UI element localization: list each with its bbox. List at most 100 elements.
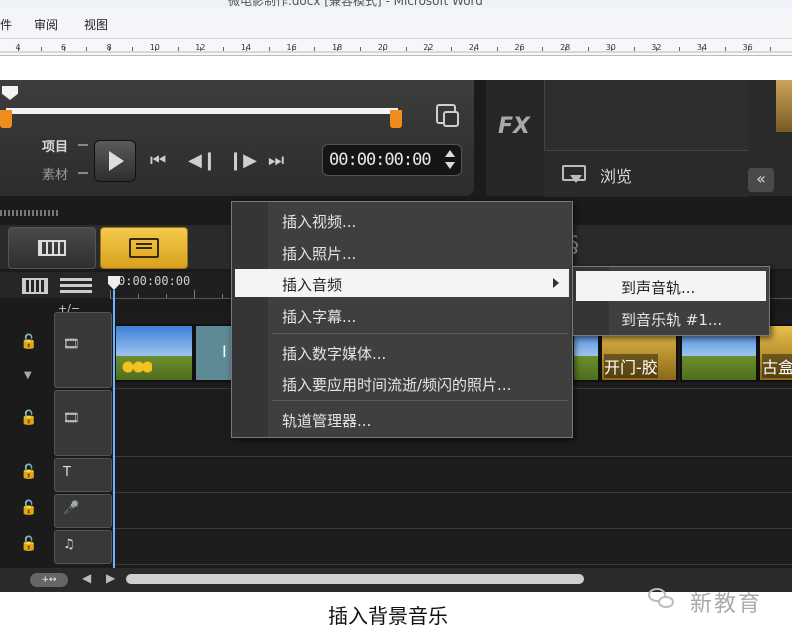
ruler-time-label: 0:00:00:00 [118,274,191,288]
ruler-number: 24 [468,43,480,52]
video-track-header[interactable]: 🎞 [54,312,112,388]
trim-start-marker[interactable] [0,110,12,128]
voice-track-header[interactable]: 🎤 [54,494,112,528]
menu-insert-photo[interactable]: 插入照片... [232,238,572,266]
timeline-clip[interactable] [114,324,194,382]
ruler-tick [223,47,225,51]
go-to-end-icon[interactable]: ⏭ [268,150,284,171]
menu-insert-video[interactable]: 插入视频... [232,206,572,234]
ruler-number: 36 [742,43,753,52]
word-menu-bar: 件 审阅 视图 [0,8,792,39]
scrubber-handle[interactable] [2,86,18,100]
lock-icon[interactable]: 🔓 [20,464,37,480]
ruler-number: 32 [651,43,662,52]
ruler-tick [86,47,88,51]
menu-track-manager[interactable]: 轨道管理器... [232,405,572,433]
mode-clip-label[interactable]: 素材 [42,164,68,183]
timeline-icon [129,238,159,258]
mode-project-label[interactable]: 项目 [42,136,68,155]
word-title-text: 微电影制作.docx [兼容模式] - Microsoft Word [228,0,483,8]
menu-item-view[interactable]: 视图 [84,16,108,33]
video-track-icon: 🎞 [63,337,80,352]
menu-insert-audio[interactable]: 插入音频 [235,269,569,297]
menu-item-file[interactable]: 件 [0,16,12,33]
watermark-text: 新教育 [690,592,763,617]
menu-item-label: 插入照片... [282,245,357,263]
ruler-tick [40,47,42,51]
scrollbar-thumb[interactable] [126,574,584,584]
music-track-header[interactable]: ♫ [54,530,112,564]
browse-icon [562,165,586,183]
playhead-line [113,290,115,590]
lock-icon[interactable]: 🔓 [20,500,37,516]
voice-track-icon: 🎤 [63,501,80,516]
menu-item-label: 插入要应用时间流逝/频闪的照片... [282,376,512,394]
ruler-tick [770,47,772,51]
submenu-to-voice-track[interactable]: 到声音轨... [576,271,766,301]
lock-icon[interactable]: 🔓 [20,410,37,426]
clip-label: I [222,342,227,361]
menu-item-label: 插入视频... [282,213,357,231]
ruler-number: 26 [514,43,525,52]
play-button[interactable] [94,140,136,182]
storyboard-view-button[interactable] [8,227,96,269]
clip-label: 古盒 [762,354,792,378]
ruler-number: 16 [286,43,297,52]
menu-item-label: 轨道管理器... [282,412,372,430]
menu-insert-subtitle[interactable]: 插入字幕... [232,301,572,329]
timecode-field[interactable]: 00:00:00:00 [322,144,462,176]
timecode-down-icon[interactable] [445,162,455,169]
ruler-edge [0,51,792,53]
voice-track-lane[interactable] [112,494,792,529]
previous-frame-icon[interactable]: ◀❙ [188,150,217,171]
caption-text: 插入背景音乐 [328,604,448,628]
browse-button[interactable]: 浏览 [544,150,748,197]
lock-icon[interactable]: 🔓 [20,536,37,552]
menu-insert-time-lapse-photo[interactable]: 插入要应用时间流逝/频闪的照片... [232,369,572,397]
library-panel: FX 浏览 [486,80,748,197]
music-track-icon: ♫ [63,537,75,552]
ruler-tick [679,47,681,51]
browse-label: 浏览 [600,167,633,186]
music-track-lane[interactable] [112,530,792,565]
ruler-tick [496,47,498,51]
timeline-clip[interactable]: I [194,324,234,382]
ruler-tick [268,47,270,51]
collapse-library-button[interactable]: « [748,168,774,192]
word-title-bar: 微电影制作.docx [兼容模式] - Microsoft Word [0,0,792,8]
fx-tab[interactable]: FX [486,80,545,196]
submenu-item-label: 到音乐轨 #1... [621,311,723,329]
title-track-icon: T [63,465,71,480]
snapshot-icon[interactable] [436,104,459,127]
menu-item-label: 插入数字媒体... [282,345,387,363]
scroll-left-icon[interactable]: ◀ [82,571,91,585]
menu-insert-digital-media[interactable]: 插入数字媒体... [232,338,572,366]
menu-item-review[interactable]: 审阅 [34,16,58,33]
video-track-header-icon[interactable] [22,278,48,294]
library-thumbnail[interactable] [776,80,792,132]
panel-grip[interactable] [0,210,60,216]
scrub-bar[interactable] [6,108,398,114]
ruler-number: 6 [61,43,67,52]
overlay-track-header[interactable]: 🎞 [54,390,112,456]
ruler-tick [724,47,726,51]
submenu-to-music-track[interactable]: 到音乐轨 #1... [573,303,769,333]
go-to-start-icon[interactable]: ⏮ [150,150,166,171]
expand-down-icon[interactable]: ▼ [24,370,32,381]
lock-icon[interactable]: 🔓 [20,334,37,350]
track-list-icon[interactable] [60,278,92,294]
submenu-arrow-icon [553,278,559,288]
timecode-up-icon[interactable] [445,150,455,157]
scroll-right-icon[interactable]: ▶ [106,571,115,585]
title-track-lane[interactable] [112,458,792,493]
next-frame-icon[interactable]: ❙▶ [228,150,257,171]
timeline-view-button[interactable] [100,227,188,269]
menu-item-label: 插入字幕... [282,308,357,326]
title-track-header[interactable]: T [54,458,112,492]
menu-item-label: 插入音频 [282,276,343,294]
trim-end-marker[interactable] [390,110,402,128]
ruler-number: 22 [423,43,434,52]
timeline-ruler-tick [222,294,223,298]
fit-project-button[interactable]: +↔ [30,573,68,587]
mode-connector [78,144,88,146]
